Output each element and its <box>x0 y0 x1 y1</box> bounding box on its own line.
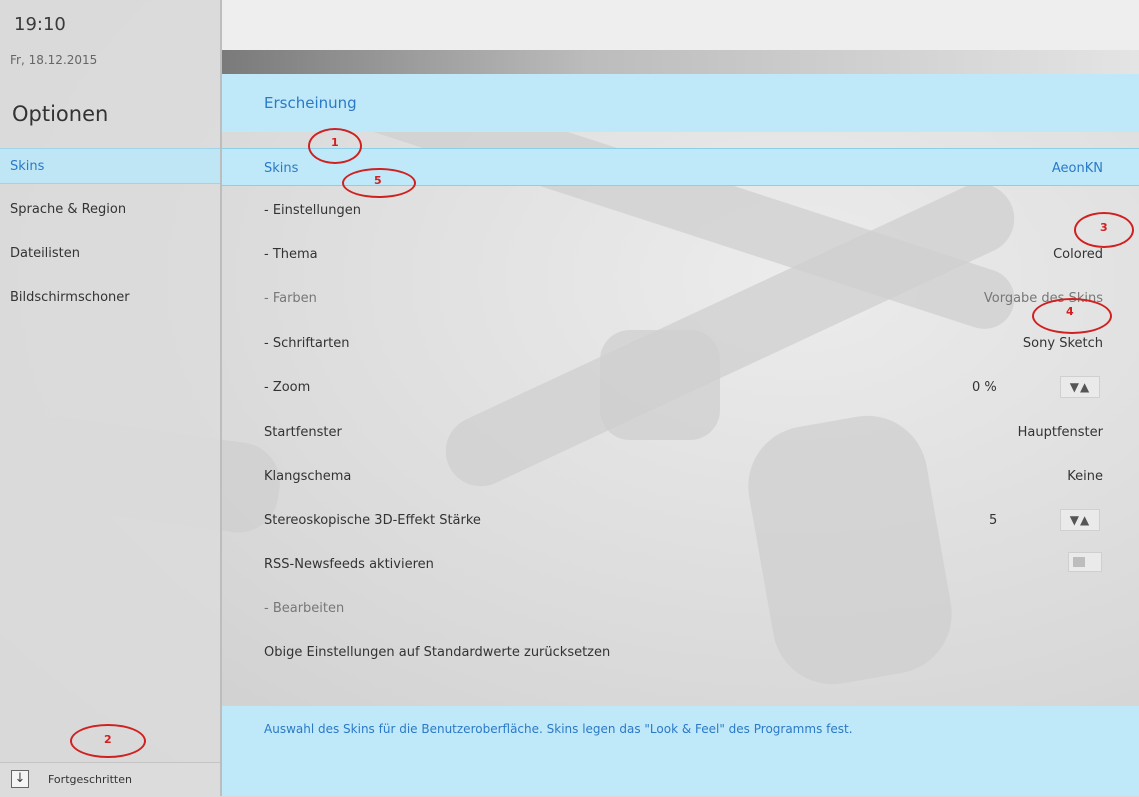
setting-label: - Einstellungen <box>264 203 361 218</box>
advanced-toggle[interactable]: ↓ Fortgeschritten <box>0 762 220 797</box>
3d-effect-spinner[interactable]: ▼▲ <box>1060 509 1100 531</box>
section-title: Erscheinung <box>264 94 357 112</box>
top-bar <box>222 0 1139 50</box>
setting-label: Startfenster <box>264 425 342 440</box>
setting-label: Stereoskopische 3D-Effekt Stärke <box>264 513 481 528</box>
setting-row-bearbeiten[interactable]: - Bearbeiten <box>222 594 1139 624</box>
setting-value: Hauptfenster <box>1017 425 1103 440</box>
setting-value: Sony Sketch <box>1022 336 1103 351</box>
description-text: Auswahl des Skins für die Benutzeroberfl… <box>264 722 853 736</box>
toggle-knob <box>1073 557 1085 567</box>
sidebar-item-dateilisten[interactable]: Dateilisten <box>0 236 220 272</box>
setting-value: Keine <box>1067 469 1103 484</box>
setting-row-schriftarten[interactable]: - Schriftarten Sony Sketch <box>222 329 1139 359</box>
setting-row-farben[interactable]: - Farben Vorgabe des Skins <box>222 284 1139 314</box>
description-footer: Auswahl des Skins für die Benutzeroberfl… <box>222 706 1139 796</box>
annotation-number-4: 4 <box>1066 305 1074 318</box>
top-strip <box>222 50 1139 74</box>
skins-value: AeonKN <box>1051 161 1103 176</box>
setting-row-startfenster[interactable]: Startfenster Hauptfenster <box>222 418 1139 448</box>
sidebar-item-sprache-region[interactable]: Sprache & Region <box>0 192 220 228</box>
setting-row-reset[interactable]: Obige Einstellungen auf Standardwerte zu… <box>222 638 1139 668</box>
section-header: Erscheinung <box>222 74 1139 132</box>
annotation-number-2: 2 <box>104 733 112 746</box>
sidebar-title: Optionen <box>12 102 109 126</box>
skins-label: Skins <box>264 161 299 176</box>
setting-row-klangschema[interactable]: Klangschema Keine <box>222 462 1139 492</box>
sidebar-item-bildschirmschoner[interactable]: Bildschirmschoner <box>0 280 220 316</box>
zoom-spinner[interactable]: ▼▲ <box>1060 376 1100 398</box>
advanced-label: Fortgeschritten <box>48 773 132 786</box>
setting-label: RSS-Newsfeeds aktivieren <box>264 557 434 572</box>
rss-toggle[interactable] <box>1068 552 1102 572</box>
sidebar: 19:10 Fr, 18.12.2015 Optionen Skins Spra… <box>0 0 222 797</box>
setting-row-thema[interactable]: - Thema Colored <box>222 240 1139 270</box>
setting-label: - Thema <box>264 247 318 262</box>
annotation-number-5: 5 <box>374 174 382 187</box>
3d-effect-value: 5 <box>989 513 998 528</box>
setting-label: Obige Einstellungen auf Standardwerte zu… <box>264 645 611 660</box>
setting-label: - Bearbeiten <box>264 601 345 616</box>
setting-label: - Schriftarten <box>264 336 350 351</box>
arrow-down-icon[interactable]: ↓ <box>11 770 29 788</box>
setting-label: - Farben <box>264 291 317 306</box>
setting-row-einstellungen[interactable]: - Einstellungen <box>222 196 1139 226</box>
sidebar-item-skins[interactable]: Skins <box>0 148 220 184</box>
setting-value: Colored <box>1053 247 1103 262</box>
setting-row-rss[interactable]: RSS-Newsfeeds aktivieren <box>222 550 1139 580</box>
annotation-number-1: 1 <box>331 136 339 149</box>
clock: 19:10 <box>14 14 66 35</box>
date: Fr, 18.12.2015 <box>10 53 98 67</box>
setting-label: - Zoom <box>264 380 311 395</box>
zoom-value: 0 % <box>972 380 997 395</box>
setting-row-3d-effekt[interactable]: Stereoskopische 3D-Effekt Stärke 5 ▼▲ <box>222 506 1139 536</box>
setting-label: Klangschema <box>264 469 352 484</box>
annotation-number-3: 3 <box>1100 221 1108 234</box>
setting-row-zoom[interactable]: - Zoom 0 % ▼▲ <box>222 373 1139 403</box>
